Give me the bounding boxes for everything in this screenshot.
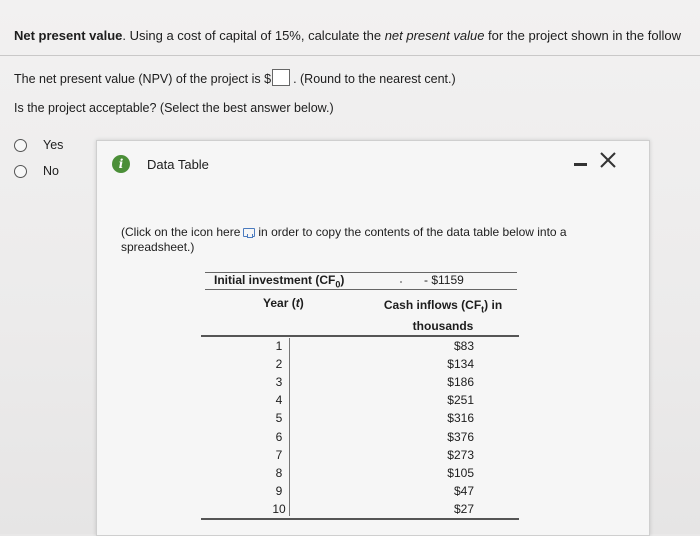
copy-to-spreadsheet-icon[interactable] [243,228,256,238]
table-header-rule [201,335,519,337]
table-cell-cash-inflow: $134 [447,357,474,371]
table-cell-year: 4 [275,393,283,407]
table-cell-year: 8 [275,466,283,480]
option-no-label: No [43,164,59,178]
question-divider [0,55,700,56]
header-cash-inflows: Cash inflows (CFt) in thousands [383,298,503,334]
table-cell-cash-inflow: $251 [447,393,474,407]
table-cell-year: 5 [275,411,283,425]
npv-suffix: . (Round to the nearest cent.) [293,72,456,86]
page: Net present value. Using a cost of capit… [0,0,700,536]
table-cell-year: 10 [272,502,286,516]
dialog-title: Data Table [147,157,209,172]
table-cell-cash-inflow: $316 [447,411,474,425]
data-table-dialog: i Data Table (Click on the icon here in o… [96,140,650,536]
npv-prefix: The net present value (NPV) of the proje… [14,72,272,86]
table-cell-cash-inflow: $83 [453,339,474,353]
instruction-part1: (Click on the icon here [121,225,241,239]
table-bottom-rule [201,518,519,520]
table-cell-cash-inflow: $105 [447,466,474,480]
radio-no[interactable] [14,164,27,178]
option-no[interactable]: No [14,164,59,178]
npv-answer-input[interactable] [272,69,291,86]
acceptance-prompt: Is the project acceptable? (Select the b… [14,101,334,115]
header-initial-investment: Initial investment (CF0) [214,273,345,290]
table-cell-year: 3 [275,375,283,389]
table-rule-2 [205,289,517,290]
question-text-italic: net present value [384,28,485,43]
table-cell-cash-inflow: $376 [447,430,474,444]
table-cell-cash-inflow: $186 [447,375,474,389]
option-yes-label: Yes [43,138,64,152]
close-icon[interactable] [597,149,619,171]
table-cell-cash-inflow: $27 [453,502,474,516]
table-cell-cash-inflow: $273 [447,448,474,462]
table-cell-cash-inflow: $47 [453,484,474,498]
minimize-icon[interactable] [574,163,587,166]
radio-yes[interactable] [14,138,27,152]
option-yes[interactable]: Yes [14,138,63,152]
table-cell-year: 2 [275,357,283,371]
question-text-part1: . Using a cost of capital of 15%, calcul… [122,28,385,43]
table-cell-year: 6 [275,430,283,444]
info-icon: i [112,155,130,173]
table-cell-year: 9 [275,484,283,498]
table-cell-year: 1 [275,339,283,353]
dialog-header: i Data Table [97,141,649,187]
cell-dot [400,281,402,283]
question-title: Net present value [14,28,123,43]
copy-instruction: (Click on the icon here in order to copy … [121,225,601,255]
npv-line: The net present value (NPV) of the proje… [14,69,456,86]
table-cell-year: 7 [275,448,283,462]
initial-investment-value: - $1159 [424,273,464,287]
question-text-part2: for the project shown in the follow [484,28,681,43]
header-year: Year (t) [263,296,304,310]
question-text: Net present value. Using a cost of capit… [14,28,700,43]
